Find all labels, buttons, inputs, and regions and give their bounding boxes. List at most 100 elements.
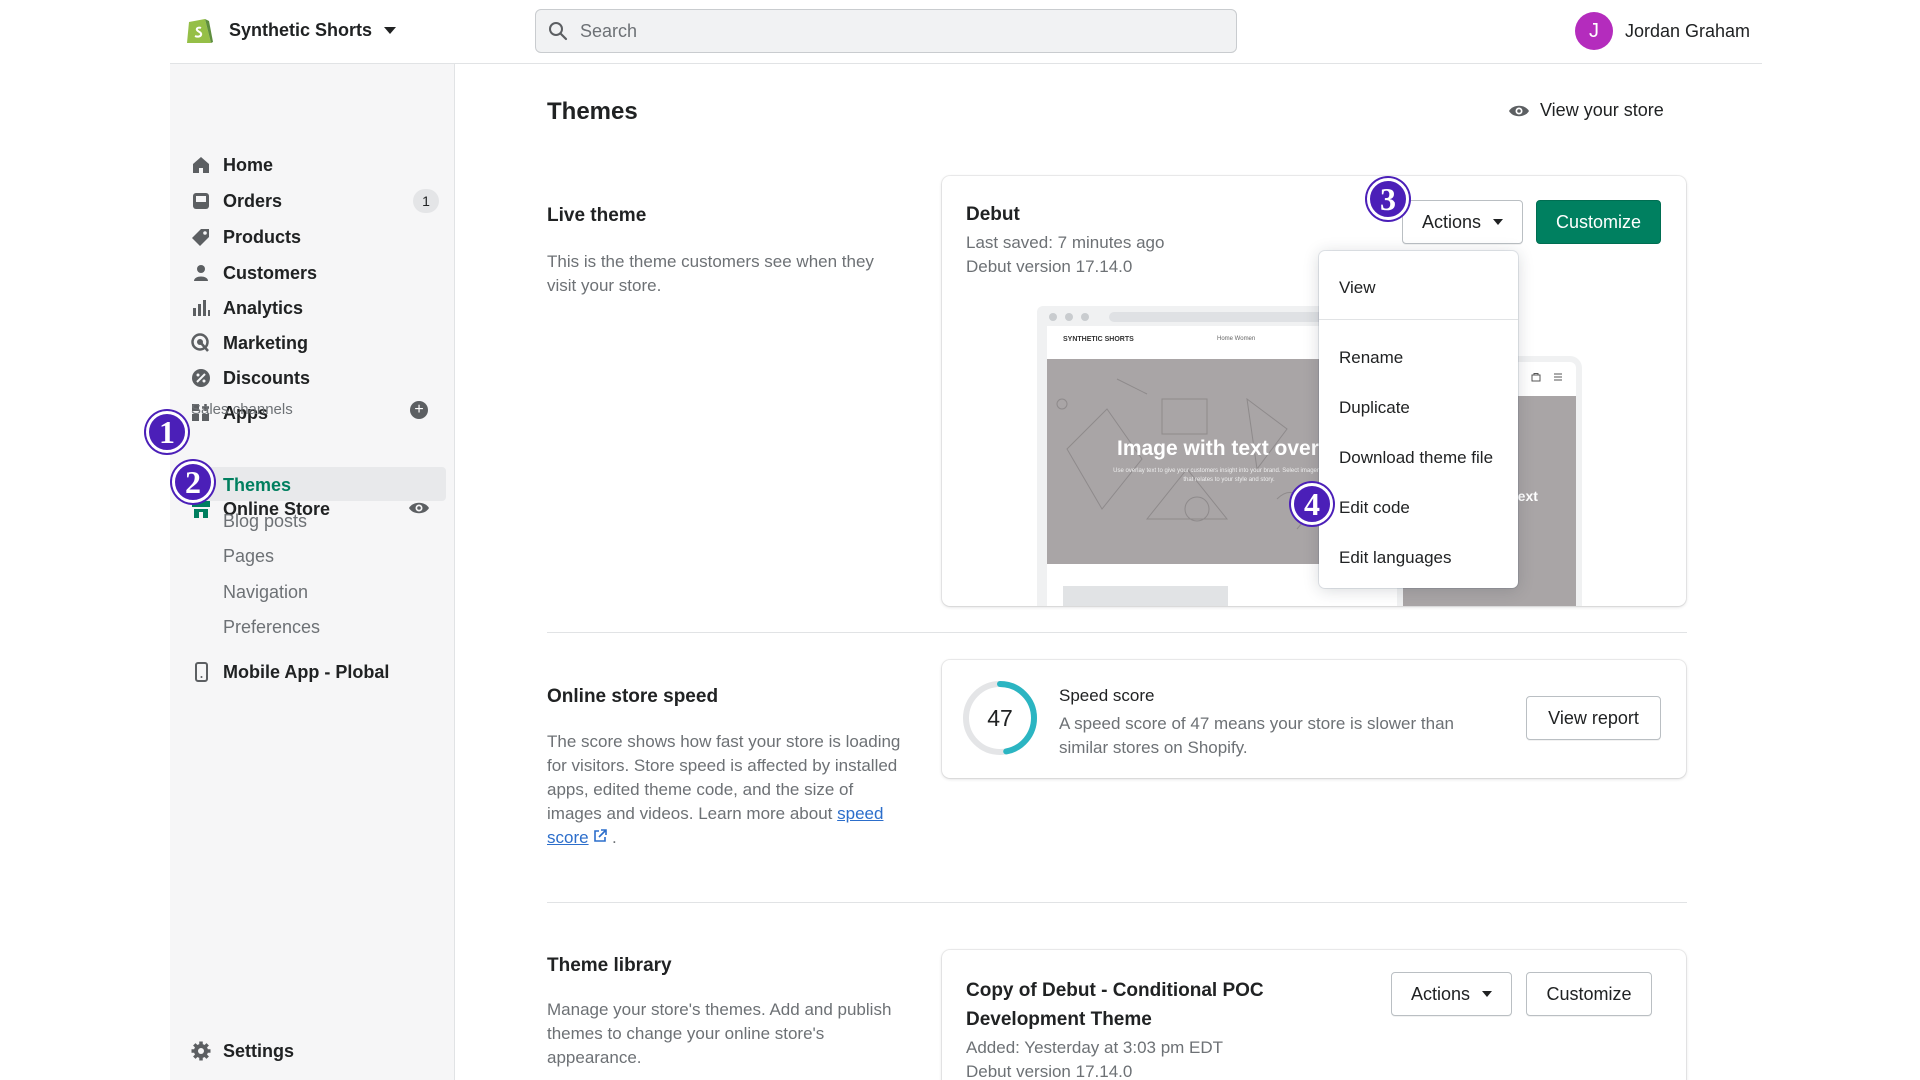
menu-item-label: Edit code [1339,498,1410,517]
menu-item-download-theme-file[interactable]: Download theme file [1319,438,1518,478]
library-customize-button[interactable]: Customize [1526,972,1652,1016]
orders-icon [193,193,209,209]
search-input[interactable] [580,18,1220,44]
gear-icon [191,1041,211,1061]
eye-icon [1509,105,1529,116]
sidebar-subitem-themes[interactable]: Themes [178,467,446,501]
library-theme-version: Debut version 17.14.0 [966,1062,1133,1080]
store-switcher[interactable]: Synthetic Shorts [229,20,397,41]
shopify-logo-icon[interactable] [185,14,215,46]
sidebar-item-mobile-app[interactable]: Mobile App - Plobal [170,654,455,688]
desktop-preview: SYNTHETIC SHORTS Home Women Image with t… [1037,306,1337,606]
speed-score-card: 47 Speed score A speed score of 47 means… [942,660,1686,778]
customize-button[interactable]: Customize [1536,200,1661,244]
orders-count-badge: 1 [413,189,439,213]
view-store-link[interactable]: View your store [1508,100,1664,121]
hero-sketch-illustration [1056,378,1306,530]
speed-score-gauge: 47 [963,681,1037,755]
store-speed-description: The score shows how fast your store is l… [547,730,902,850]
sidebar-subitem-label: Themes [223,475,292,495]
sidebar-subitem-label: Preferences [223,617,321,637]
speed-score-title: Speed score [1059,686,1155,705]
sidebar-item-analytics[interactable]: Analytics [170,290,455,324]
menu-item-label: Download theme file [1339,448,1494,467]
menu-icon [1554,373,1562,381]
sidebar-subitem-navigation[interactable]: Navigation [178,574,446,608]
sidebar-item-label: Home [223,155,274,175]
menu-item-rename[interactable]: Rename [1319,338,1518,378]
step-marker-1: 1 [146,411,188,453]
preview-hero-subtext: Use overlay text to give your customers … [1113,468,1337,483]
sidebar-subitem-blog-posts[interactable]: Blog posts [178,503,446,537]
live-theme-description: This is the theme customers see when the… [547,252,874,295]
menu-item-label: View [1339,278,1376,297]
search-bar[interactable] [535,9,1237,53]
speed-score-description: A speed score of 47 means your store is … [1059,714,1454,757]
sidebar-subitem-preferences[interactable]: Preferences [178,609,446,643]
bag-icon [1531,373,1541,382]
avatar: J [1574,12,1613,50]
actions-dropdown-menu: View Rename Duplicate Download theme fil… [1319,251,1518,588]
user-name: Jordan Graham [1624,20,1750,41]
top-bar: Synthetic Shorts J Jordan Graham [170,0,1762,64]
sidebar-item-products[interactable]: Products [170,219,455,253]
live-theme-card: Debut Last saved: 7 minutes ago Debut ve… [942,176,1686,606]
menu-item-label: Rename [1339,348,1404,367]
store-name: Synthetic Shorts [229,20,373,40]
sidebar-item-marketing[interactable]: Marketing [170,325,455,359]
sidebar-item-settings[interactable]: Settings [170,1033,455,1067]
mobile-phone-icon [195,662,208,682]
tag-icon [192,229,209,246]
step-marker-3: 3 [1367,178,1409,220]
menu-item-view[interactable]: View [1319,268,1518,308]
sidebar-item-label: Settings [223,1041,295,1061]
theme-library-description: Manage your store's themes. Add and publ… [547,1000,892,1067]
step-marker-2: 2 [172,461,214,503]
menu-item-duplicate[interactable]: Duplicate [1319,388,1518,428]
store-speed-description-end: . [612,828,617,847]
sidebar-subitem-label: Pages [223,546,275,566]
store-speed-heading: Online store speed [547,686,719,707]
sidebar: Home Orders 1 Products Customers Analyti… [170,64,455,1080]
sidebar-item-label: Customers [223,263,318,283]
view-report-button[interactable]: View report [1526,696,1661,740]
step-marker-4: 4 [1291,483,1333,525]
sidebar-item-label: Analytics [223,298,304,318]
sidebar-item-label: Mobile App - Plobal [223,662,390,682]
library-actions-button[interactable]: Actions [1391,972,1512,1016]
live-theme-version: Debut version 17.14.0 [966,257,1133,276]
actions-label: Actions [1410,983,1471,1004]
user-menu[interactable]: J Jordan Graham [1574,12,1750,50]
sidebar-item-label: Marketing [223,333,309,353]
caret-down-icon [384,27,397,34]
sidebar-item-orders[interactable]: Orders 1 [170,183,455,217]
library-theme-name: Copy of Debut - Conditional POC Developm… [966,980,1264,1030]
sidebar-item-home[interactable]: Home [170,147,455,181]
menu-divider [1319,319,1518,320]
live-theme-heading: Live theme [547,205,647,226]
sidebar-item-discounts[interactable]: Discounts [170,360,455,394]
add-sales-channel-button[interactable]: + [410,401,428,419]
sales-channels-heading: Sales channels [191,401,293,418]
menu-item-edit-code[interactable]: Edit code [1319,488,1518,528]
person-icon [194,265,208,281]
caret-down-icon [1493,219,1504,225]
live-theme-name: Debut [966,204,1020,225]
page-title: Themes [547,98,638,125]
sidebar-subitem-pages[interactable]: Pages [178,538,446,572]
sidebar-item-label: Products [223,227,302,247]
preview-site-links: Home Women [1217,336,1256,342]
preview-site-name: SYNTHETIC SHORTS [1063,336,1134,343]
target-icon [191,333,209,352]
menu-item-label: Edit languages [1339,548,1452,567]
home-icon [193,157,209,173]
view-store-label: View your store [1540,100,1664,120]
section-divider [547,902,1687,903]
sidebar-item-label: Discounts [223,368,311,388]
live-theme-actions-button[interactable]: Actions [1402,200,1523,244]
theme-library-card: Copy of Debut - Conditional POC Developm… [942,950,1686,1080]
live-theme-last-saved: Last saved: 7 minutes ago [966,233,1165,252]
menu-item-edit-languages[interactable]: Edit languages [1319,538,1518,578]
sidebar-item-customers[interactable]: Customers [170,255,455,289]
caret-down-icon [1482,991,1493,997]
